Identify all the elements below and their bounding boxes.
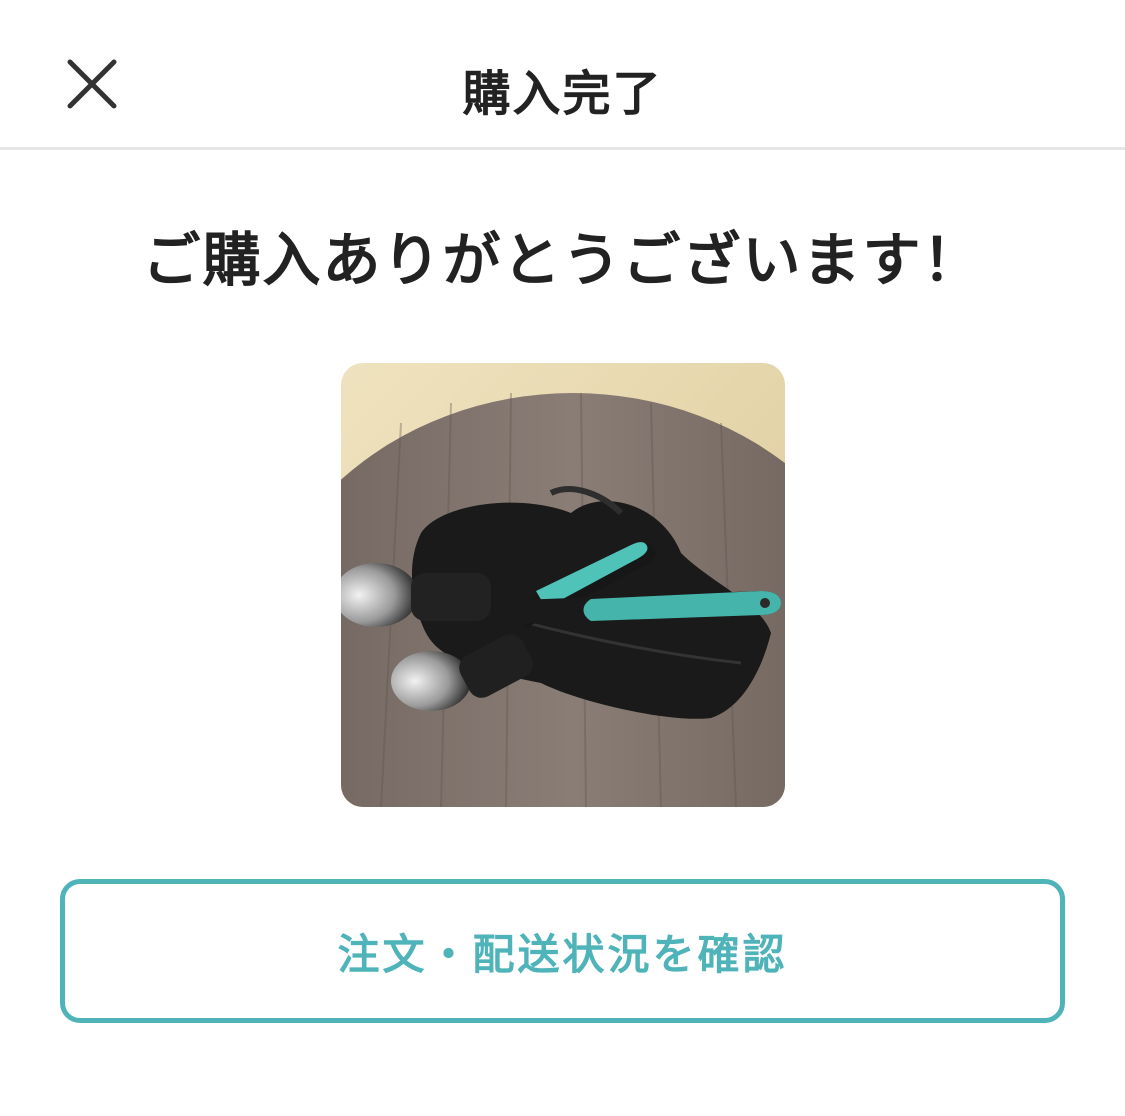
- page-title: 購入完了: [462, 66, 663, 122]
- order-status-button-label: 注文・配送状況を確認: [337, 929, 788, 979]
- order-status-button[interactable]: 注文・配送状況を確認: [60, 879, 1065, 1023]
- top-bar: 購入完了: [0, 0, 1125, 150]
- thanks-message: ご購入ありがとうございます！: [142, 226, 983, 294]
- product-image: [341, 363, 785, 807]
